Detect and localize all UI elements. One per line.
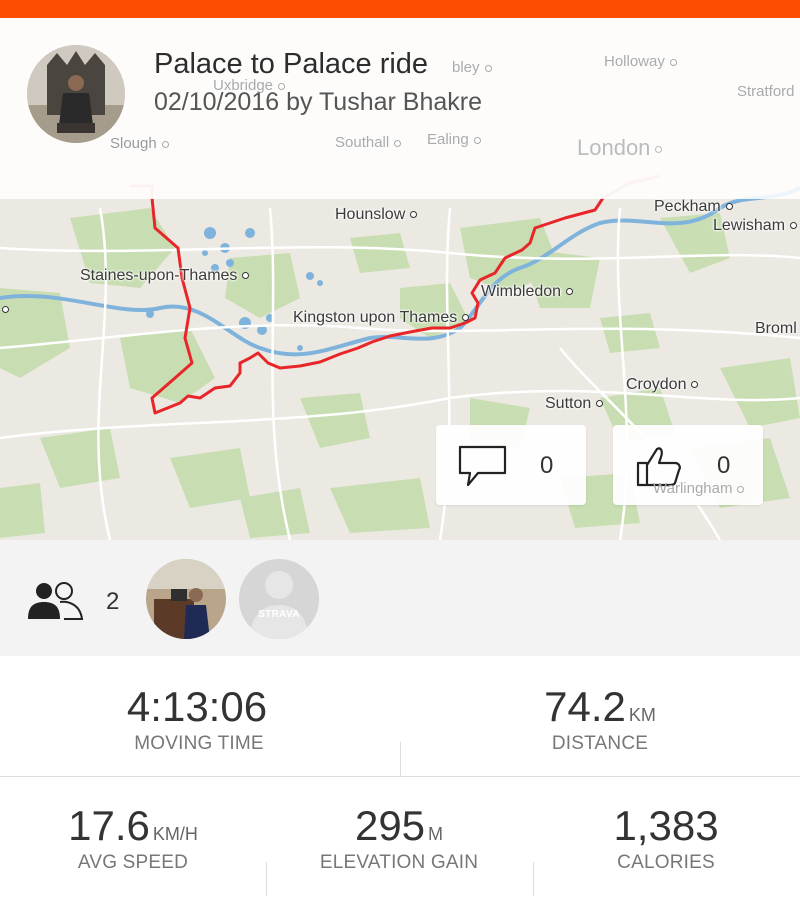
elevation-unit: M: [428, 824, 444, 844]
map-label-warlingham: Warlingham: [653, 480, 745, 497]
kudos-count: 0: [717, 452, 731, 479]
map-label-lewisham: Lewisham: [713, 217, 798, 235]
group-athletes-row[interactable]: 2 STRAVA: [0, 540, 800, 656]
athlete-avatar[interactable]: [27, 45, 125, 143]
comment-count: 0: [540, 452, 554, 479]
map-label-wembley: bley: [452, 59, 492, 76]
group-people-icon: [26, 580, 86, 625]
map-label-wimbledon: Wimbledon: [481, 283, 574, 301]
map-label-southall: Southall: [335, 134, 402, 151]
stats-divider-horizontal: [0, 776, 800, 777]
map-label-ealing: Ealing: [427, 131, 481, 148]
distance-value: 74.2 KM: [544, 683, 656, 730]
moving-time-label: MOVING TIME: [134, 733, 264, 754]
distance-unit: KM: [628, 705, 656, 725]
map-label-peckham: Peckham: [654, 198, 733, 216]
map-label-slough: Slough: [110, 135, 169, 152]
map-marker-west: [0, 300, 9, 316]
top-accent-bar: [0, 0, 800, 18]
stats-divider-right: [533, 862, 534, 896]
map-label-croydon: Croydon: [626, 376, 699, 394]
moving-time-value: 4:13:06: [126, 683, 268, 730]
map-label-london: London: [577, 135, 663, 161]
elevation-gain-value: 295 M: [354, 802, 444, 849]
comments-button[interactable]: 0: [436, 425, 586, 505]
stats-divider-left: [266, 862, 267, 896]
map-label-sutton: Sutton: [545, 395, 604, 413]
map-label-staines: Staines-upon-Thames: [80, 267, 250, 285]
map-label-holloway: Holloway: [604, 53, 677, 70]
avg-speed-value: 17.6 KM/H: [68, 802, 198, 849]
athlete-count: 2: [106, 588, 120, 615]
map-label-hounslow: Hounslow: [335, 206, 418, 224]
activity-subtitle[interactable]: 02/10/2016 by Tushar Bhakre: [154, 88, 482, 117]
activity-title: Palace to Palace ride: [154, 48, 429, 80]
avg-speed-unit: KM/H: [152, 824, 198, 844]
avg-speed-label: AVG SPEED: [77, 852, 189, 873]
map-label-stratford: Stratford: [737, 83, 795, 100]
comment-icon: [458, 445, 508, 492]
calories-label: CALORIES: [617, 852, 715, 873]
activity-header: Slough Uxbridge bley Holloway Stratford …: [0, 18, 800, 199]
athlete-avatar-2[interactable]: STRAVA: [239, 559, 319, 639]
stats-divider-vertical: [400, 742, 401, 776]
athlete-avatar-1[interactable]: [146, 559, 226, 639]
kudos-button[interactable]: 0 Warlingham: [613, 425, 763, 505]
elevation-gain-label: ELEVATION GAIN: [319, 852, 479, 873]
route-line: [150, 197, 605, 415]
distance-label: DISTANCE: [551, 733, 649, 754]
strava-badge-text: STRAVA: [258, 609, 300, 620]
calories-value: 1,383: [613, 802, 719, 849]
map-label-bromley: Broml: [755, 320, 797, 337]
map-label-kingston: Kingston upon Thames: [293, 309, 470, 327]
